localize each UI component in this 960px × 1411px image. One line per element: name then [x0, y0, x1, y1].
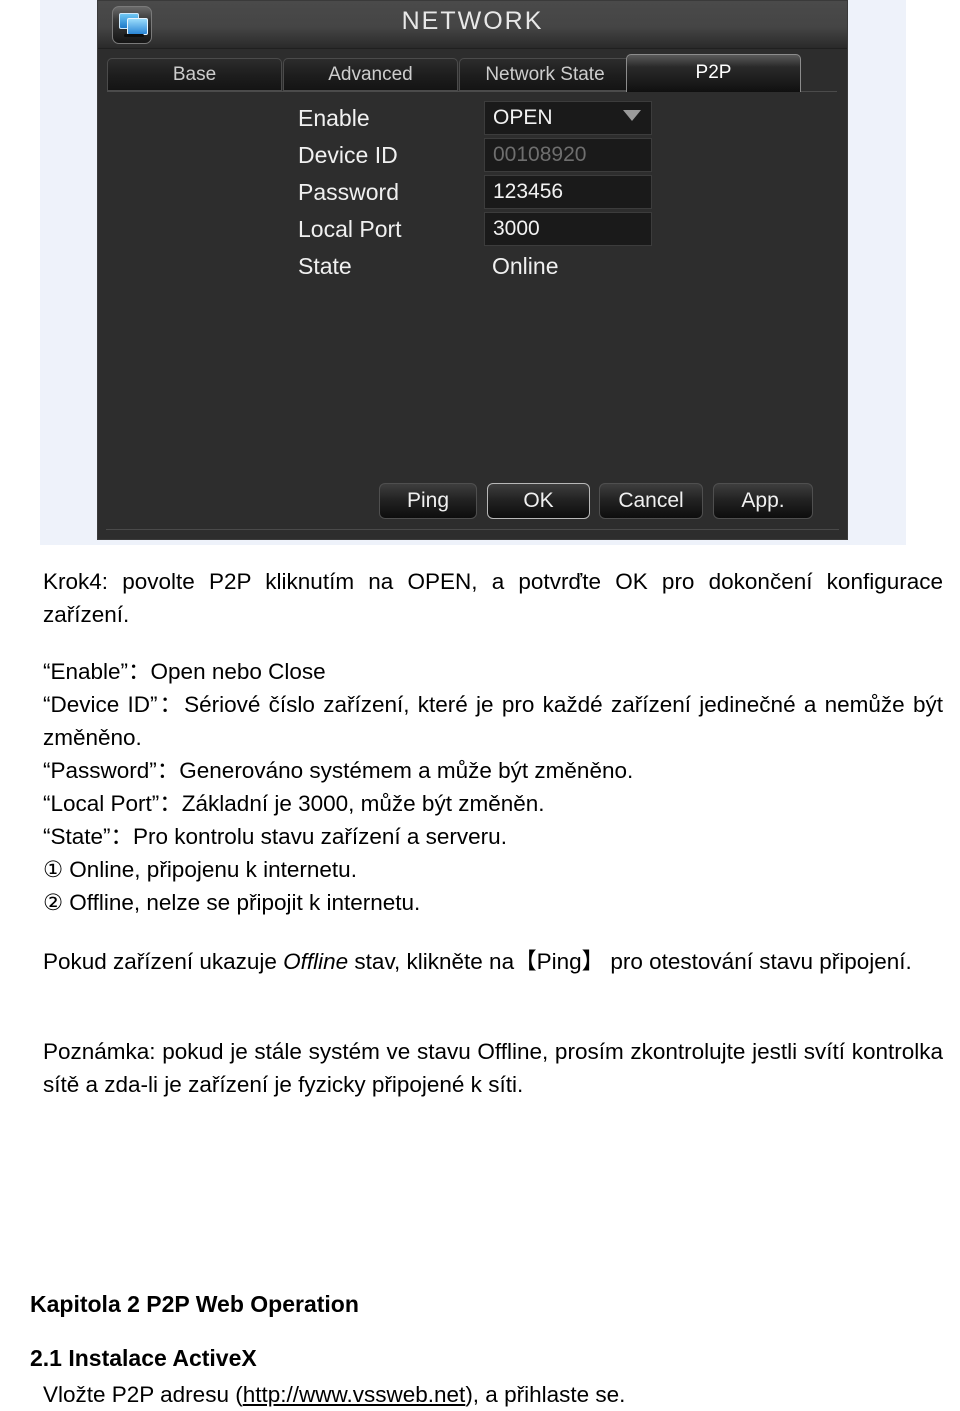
- cancel-button[interactable]: Cancel: [599, 483, 703, 519]
- state-value: Online: [492, 253, 559, 279]
- section-body: Vložte P2P adresu (http://www.vssweb.net…: [43, 1378, 625, 1411]
- circled-number-1: ①: [43, 857, 64, 882]
- state-list-item-offline: ② Offline, nelze se připojit k internetu…: [43, 886, 420, 919]
- dialog-button-row: Ping OK Cancel App.: [98, 483, 847, 523]
- label-state: State: [298, 253, 352, 279]
- ping-note-mid: stav, klikněte na【Ping】 pro otestování s…: [348, 949, 912, 974]
- app-button[interactable]: App.: [713, 483, 813, 519]
- label-enable: Enable: [298, 105, 370, 131]
- form-row-password: Password 123456: [98, 175, 847, 213]
- tab-base[interactable]: Base: [107, 58, 282, 91]
- paragraph-poznamka: Poznámka: pokud je stále systém ve stavu…: [43, 1039, 943, 1097]
- chapter-heading: Kapitola 2 P2P Web Operation: [30, 1291, 359, 1317]
- circled-number-2: ②: [43, 890, 64, 915]
- state-list-item-online: ① Online, připojenu k internetu.: [43, 853, 357, 886]
- definition-state: “State”：Pro kontrolu stavu zařízení a se…: [43, 824, 507, 849]
- form-row-device-id: Device ID 00108920: [98, 138, 847, 176]
- dvr-title-bar: NETWORK: [98, 1, 847, 49]
- section-heading: 2.1 Instalace ActiveX: [30, 1345, 257, 1371]
- ok-button[interactable]: OK: [487, 483, 590, 519]
- device-id-input: 00108920: [484, 138, 652, 172]
- p2p-address-link[interactable]: http://www.vssweb.net: [243, 1382, 466, 1407]
- chevron-down-icon[interactable]: [623, 110, 641, 121]
- tab-strip: Base Advanced Network State P2P: [107, 54, 837, 92]
- definition-device-id: “Device ID”：Sériové číslo zařízení, kter…: [43, 692, 943, 750]
- state-list-item-online-text: Online, připojenu k internetu.: [69, 857, 357, 882]
- device-screenshot-figure: NETWORK Base Advanced Network State P2P …: [40, 0, 906, 545]
- definition-local-port: “Local Port”：Základní je 3000, může být …: [43, 791, 545, 816]
- ping-note-pre: Pokud zařízení ukazuje: [43, 949, 284, 974]
- label-local-port: Local Port: [298, 216, 402, 242]
- paragraph-ping-note: Pokud zařízení ukazuje Offline stav, kli…: [43, 945, 943, 978]
- form-row-local-port: Local Port 3000: [98, 212, 847, 250]
- section-body-post: ), a přihlaste se.: [465, 1382, 626, 1407]
- tab-advanced[interactable]: Advanced: [283, 58, 458, 91]
- definition-password: “Password”：Generováno systémem a může bý…: [43, 758, 634, 783]
- tab-p2p[interactable]: P2P: [626, 54, 801, 92]
- form-row-enable: Enable OPEN: [98, 101, 847, 139]
- dvr-network-panel: NETWORK Base Advanced Network State P2P …: [97, 0, 848, 540]
- label-password: Password: [298, 179, 399, 205]
- section-body-pre: Vložte P2P adresu (: [43, 1382, 243, 1407]
- label-device-id: Device ID: [298, 142, 398, 168]
- state-list-item-offline-text: Offline, nelze se připojit k internetu.: [69, 890, 421, 915]
- form-row-state: State Online: [98, 249, 847, 287]
- panel-bottom-divider: [106, 529, 839, 530]
- local-port-input[interactable]: 3000: [484, 212, 652, 246]
- password-input[interactable]: 123456: [484, 175, 652, 209]
- page-title: NETWORK: [401, 7, 544, 35]
- definition-enable: “Enable”：Open nebo Close: [43, 659, 326, 684]
- p2p-form: Enable OPEN Device ID 00108920 Password …: [98, 93, 847, 493]
- tab-network-state[interactable]: Network State: [459, 58, 631, 91]
- ping-note-italic: Offline: [283, 949, 349, 974]
- paragraph-step4: Krok4: povolte P2P kliknutím na OPEN, a …: [43, 569, 943, 627]
- ping-button[interactable]: Ping: [379, 483, 477, 519]
